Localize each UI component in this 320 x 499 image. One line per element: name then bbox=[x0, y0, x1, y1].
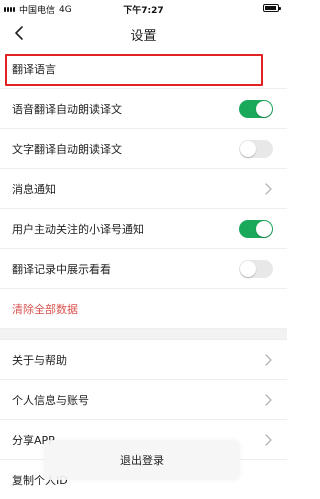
personal-info-label: 个人信息与账号 bbox=[12, 393, 89, 407]
chevron-right-icon bbox=[265, 433, 272, 446]
settings-list: 翻译语言 语音翻译自动朗读译文 文字翻译自动朗读译文 消息通知 用户主动关注的小… bbox=[0, 49, 287, 499]
highlight-frame bbox=[5, 54, 263, 86]
clear-data-item[interactable]: 清除全部数据 bbox=[0, 289, 287, 329]
voice-auto-read-label: 语音翻译自动朗读译文 bbox=[12, 102, 122, 116]
page-title: 设置 bbox=[130, 29, 157, 44]
logout-toast[interactable]: 退出登录 bbox=[44, 440, 240, 480]
followed-account-notify-item: 用户主动关注的小译号通知 bbox=[0, 209, 287, 249]
show-history-label: 翻译记录中展示看看 bbox=[12, 262, 111, 276]
notifications-item[interactable]: 消息通知 bbox=[0, 169, 287, 209]
section-divider bbox=[0, 329, 287, 340]
followed-account-notify-label: 用户主动关注的小译号通知 bbox=[12, 222, 144, 236]
voice-auto-read-toggle[interactable] bbox=[239, 99, 273, 118]
about-help-item[interactable]: 关于与帮助 bbox=[0, 340, 287, 380]
chevron-right-icon bbox=[265, 353, 272, 366]
personal-info-item[interactable]: 个人信息与账号 bbox=[0, 380, 287, 420]
translate-language-item[interactable]: 翻译语言 bbox=[0, 49, 287, 89]
settings-screen: 中国电信 4G 下午7:27 设置 翻译语言 语音翻译自动朗读译文 文字翻译自动… bbox=[0, 0, 287, 499]
show-history-toggle[interactable] bbox=[239, 259, 273, 278]
battery-icon bbox=[263, 4, 281, 12]
status-time: 下午7:27 bbox=[123, 6, 164, 16]
chevron-right-icon bbox=[265, 393, 272, 406]
text-auto-read-label: 文字翻译自动朗读译文 bbox=[12, 142, 122, 156]
chevron-right-icon bbox=[265, 182, 272, 195]
notifications-label: 消息通知 bbox=[12, 182, 56, 196]
nav-bar: 设置 bbox=[0, 17, 287, 49]
show-history-item: 翻译记录中展示看看 bbox=[0, 249, 287, 289]
about-help-label: 关于与帮助 bbox=[12, 353, 67, 367]
text-auto-read-item: 文字翻译自动朗读译文 bbox=[0, 129, 287, 169]
voice-auto-read-item: 语音翻译自动朗读译文 bbox=[0, 89, 287, 129]
clear-data-label: 清除全部数据 bbox=[12, 302, 78, 316]
status-bar: 中国电信 4G 下午7:27 bbox=[0, 0, 287, 17]
followed-account-notify-toggle[interactable] bbox=[239, 219, 273, 238]
logout-label: 退出登录 bbox=[120, 454, 164, 467]
text-auto-read-toggle[interactable] bbox=[239, 139, 273, 158]
